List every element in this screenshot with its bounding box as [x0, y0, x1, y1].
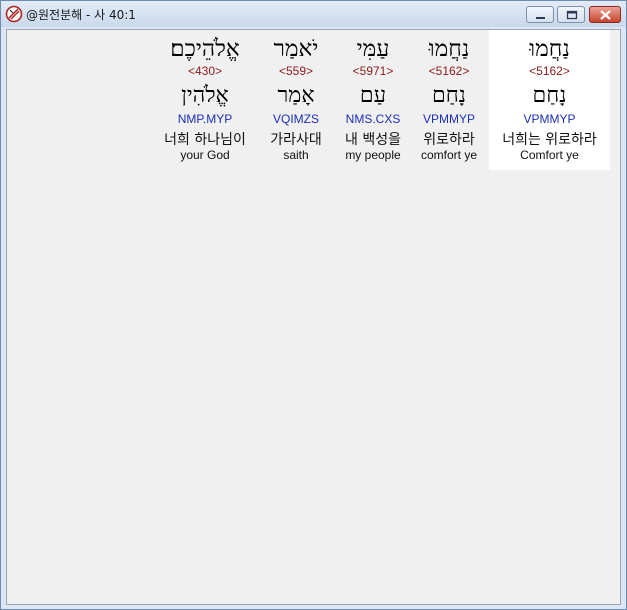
strong-number[interactable]: <5162>: [489, 64, 610, 78]
english-gloss: Comfort ye: [520, 148, 579, 162]
hebrew-word: עַמִּי: [356, 36, 390, 62]
korean-gloss: 너희는 위로하라: [502, 132, 597, 148]
strong-number[interactable]: <5162>: [413, 64, 485, 78]
parsing-code: NMP.MYP: [177, 112, 233, 126]
lemma: נָחַם: [432, 83, 466, 108]
app-window: @원전분해 - 사 40:1 נַחֲמוּ <5162> נָחַם VPMM…: [0, 0, 627, 610]
korean-gloss: 내 백성을: [345, 132, 401, 148]
parsing-code: VQIMZS: [272, 112, 319, 126]
hebrew-word: נַחֲמוּ: [428, 36, 470, 62]
lemma: נָחַם: [532, 83, 567, 108]
strong-number[interactable]: <559>: [261, 64, 331, 78]
hebrew-word: נַחֲמוּ: [529, 36, 570, 62]
maximize-button[interactable]: [557, 6, 585, 23]
word-column[interactable]: נַחֲמוּ <5162> נָחַם VPMMYP 위로하라 comfort…: [413, 30, 485, 170]
word-column[interactable]: עַמִּי <5971> עַם NMS.CXS 내 백성을 my peopl…: [335, 30, 411, 170]
minimize-button[interactable]: [526, 6, 554, 23]
app-icon: [5, 5, 23, 23]
korean-gloss: 너희 하나님이: [164, 132, 246, 148]
parsing-code: NMS.CXS: [345, 112, 401, 126]
lemma: אָמַר: [277, 83, 315, 108]
english-gloss: your God: [180, 148, 230, 162]
korean-gloss: 가라사대: [270, 132, 322, 148]
minimize-icon: [536, 17, 545, 19]
word-column[interactable]: נַחֲמוּ <5162> נָחַם VPMMYP 너희는 위로하라 Com…: [489, 30, 610, 170]
title-bar[interactable]: @원전분해 - 사 40:1: [1, 1, 626, 27]
strong-number[interactable]: <430>: [153, 64, 257, 78]
word-column[interactable]: יֹאמַר <559> אָמַר VQIMZS 가라사대 saith: [261, 30, 331, 170]
parsing-code: VPMMYP: [422, 112, 475, 126]
english-gloss: saith: [283, 148, 309, 162]
maximize-icon: [566, 10, 578, 20]
window-title: @원전분해 - 사 40:1: [26, 8, 136, 22]
lemma: עַם: [359, 83, 387, 108]
hebrew-word: אֱלֹהֵיכֶם׃: [170, 36, 240, 62]
korean-gloss: 위로하라: [423, 132, 475, 148]
english-gloss: my people: [345, 148, 401, 162]
word-analysis-pane: נַחֲמוּ <5162> נָחַם VPMMYP 너희는 위로하라 Com…: [6, 29, 621, 605]
lemma: אֱלֹהִין: [181, 83, 229, 108]
hebrew-word: יֹאמַר: [273, 36, 319, 62]
word-column[interactable]: אֱלֹהֵיכֶם׃ <430> אֱלֹהִין NMP.MYP 너희 하나…: [153, 30, 257, 170]
close-button[interactable]: [589, 6, 621, 23]
strong-number[interactable]: <5971>: [335, 64, 411, 78]
close-icon: [600, 10, 611, 20]
english-gloss: comfort ye: [420, 148, 477, 162]
parsing-code: VPMMYP: [523, 112, 576, 126]
